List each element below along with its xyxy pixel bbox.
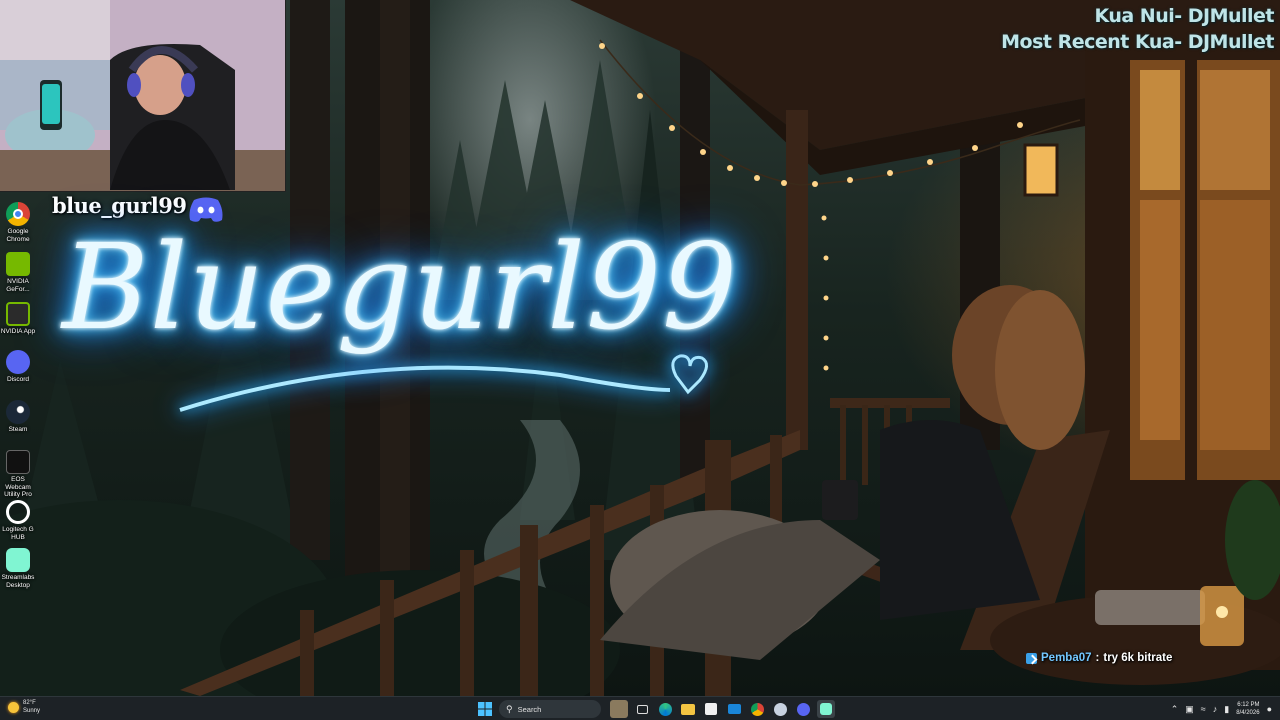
wifi-icon[interactable]: ≈	[1201, 704, 1206, 714]
webcam-feed	[0, 0, 286, 192]
chrome-icon	[6, 202, 30, 226]
neon-heart-icon	[671, 354, 708, 395]
task-view-icon	[636, 704, 648, 714]
taskbar-clock[interactable]: 6:12 PM 8/4/2026	[1236, 701, 1259, 717]
streamlabs-taskbar-button[interactable]	[817, 700, 835, 718]
steam-taskbar-button[interactable]	[771, 700, 789, 718]
clock-time: 6:12 PM	[1237, 702, 1260, 708]
desktop-icon-nvidia-geforce[interactable]: NVIDIA GeFor...	[0, 252, 36, 293]
streamlabs-icon	[820, 703, 832, 715]
taskbar-pinned-apps: ⚲	[476, 699, 835, 719]
stream-alerts: Kua Nui- DJMullet Most Recent Kua- DJMul…	[1001, 3, 1274, 55]
taskbar: 82°F Sunny ⚲ Search ⌃ ▣ ≈ ♪ ▮ 6:12 PM 8/…	[0, 696, 1280, 720]
logitech-ghub-icon	[6, 500, 30, 524]
windows-start-icon	[478, 702, 492, 716]
sun-icon	[8, 701, 19, 713]
system-tray: ⌃ ▣ ≈ ♪ ▮ 6:12 PM 8/4/2026 ●	[1171, 699, 1272, 719]
desktop-icon-steam[interactable]: Steam	[0, 400, 36, 434]
weather-temp: 82°F	[23, 700, 36, 706]
discord-icon	[6, 350, 30, 374]
desktop-icon-streamlabs[interactable]: Streamlabs Desktop	[0, 548, 36, 589]
discord-icon	[796, 702, 810, 716]
search-input[interactable]	[517, 704, 578, 714]
nvidia-app-icon	[6, 302, 30, 326]
mail-icon	[727, 704, 741, 714]
start-button[interactable]	[476, 700, 494, 718]
widget-button[interactable]	[610, 700, 628, 718]
edge-button[interactable]	[656, 700, 674, 718]
battery-icon[interactable]: ▮	[1224, 704, 1229, 715]
streamlabs-icon	[6, 548, 30, 572]
steam-icon	[773, 702, 787, 716]
alert-line-top: Kua Nui- DJMullet	[1094, 5, 1274, 27]
desktop-icon-discord[interactable]: Discord	[0, 350, 36, 384]
store-icon	[705, 703, 717, 715]
taskbar-search-box[interactable]: ⚲	[499, 700, 601, 718]
chat-username: Pemba07	[1041, 652, 1092, 664]
task-view-button[interactable]	[633, 700, 651, 718]
network-icon[interactable]: ▣	[1185, 704, 1194, 715]
file-explorer-icon	[681, 703, 695, 715]
chrome-icon	[750, 702, 764, 716]
chat-badge-icon	[1026, 652, 1037, 664]
volume-icon[interactable]: ♪	[1213, 704, 1218, 714]
chat-text: try 6k bitrate	[1103, 652, 1173, 664]
weather-desc: Sunny	[23, 708, 41, 714]
chevron-up-icon[interactable]: ⌃	[1171, 704, 1179, 715]
file-explorer-button[interactable]	[679, 700, 697, 718]
search-icon: ⚲	[506, 703, 513, 714]
desktop-icon-nvidia-app[interactable]: NVIDIA App	[0, 302, 36, 336]
store-button[interactable]	[702, 700, 720, 718]
neon-sign-text: Bluegurl99	[62, 218, 739, 356]
mail-button[interactable]	[725, 700, 743, 718]
steam-icon	[6, 400, 30, 424]
edge-icon	[658, 702, 672, 716]
discord-taskbar-button[interactable]	[794, 700, 812, 718]
desktop-icon-chrome[interactable]: Google Chrome	[0, 202, 36, 243]
nvidia-geforce-icon	[6, 252, 30, 276]
chrome-taskbar-button[interactable]	[748, 700, 766, 718]
desktop-icon-logitech-ghub[interactable]: Logitech G HUB	[0, 500, 36, 541]
clock-date: 8/4/2026	[1236, 710, 1260, 716]
alert-line-recent: Most Recent Kua- DJMullet	[1001, 31, 1274, 53]
eos-webcam-icon	[6, 450, 30, 474]
desktop-icon-eos-webcam[interactable]: EOS Webcam Utility Pro	[0, 450, 36, 499]
chat-message: Pemba07 : try 6k bitrate	[1026, 652, 1172, 664]
chat-separator: :	[1095, 652, 1100, 664]
weather-widget[interactable]: 82°F Sunny	[8, 699, 40, 715]
webcam-image	[0, 0, 285, 191]
notification-bell-icon[interactable]: ●	[1267, 704, 1272, 714]
